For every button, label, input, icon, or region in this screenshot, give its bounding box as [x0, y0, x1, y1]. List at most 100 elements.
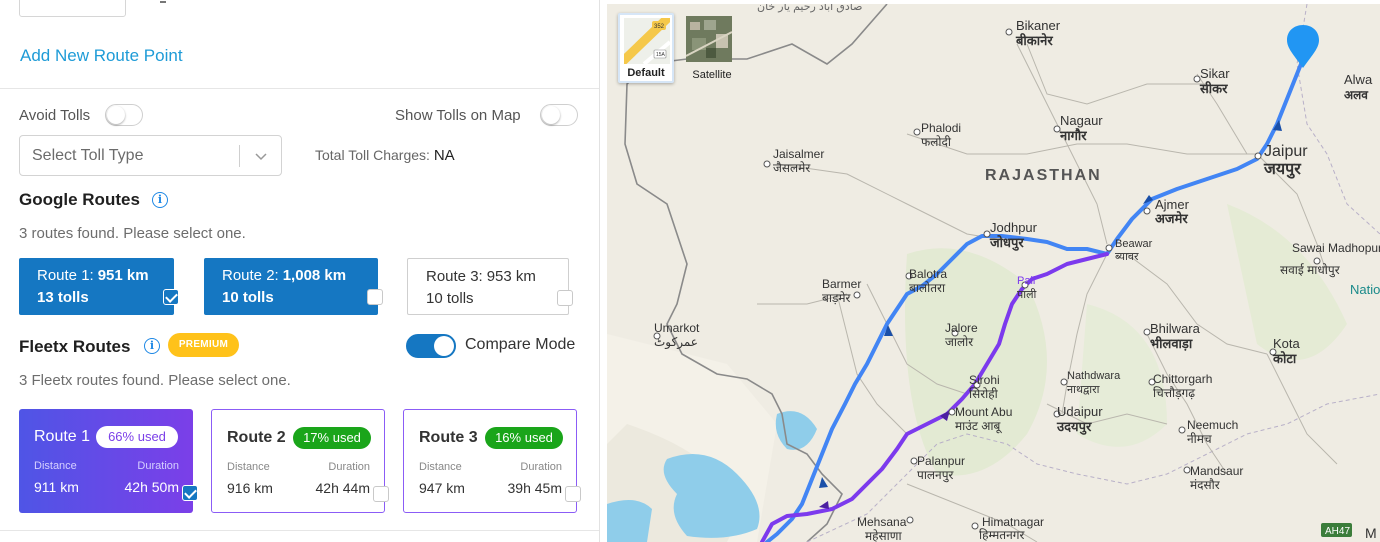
map-type-label: Default	[627, 67, 665, 79]
route-name: Route 3:	[426, 268, 483, 285]
place-name: Sikar	[1200, 66, 1230, 81]
select-separator	[239, 145, 240, 167]
place-name: Palanpur	[917, 454, 965, 468]
map-type-label: Satellite	[692, 69, 732, 81]
place-local-name: बाड़मेर	[822, 291, 852, 305]
add-route-point-link[interactable]: Add New Route Point	[20, 46, 183, 66]
map-partial-label: M	[1365, 525, 1377, 541]
place-local-name: फलोदी	[921, 135, 952, 149]
map-shield-label: 15A	[656, 52, 666, 58]
show-tolls-label: Show Tolls on Map	[395, 107, 521, 124]
total-toll-label: Total Toll Charges:	[315, 147, 430, 163]
place-name: Udaipur	[1057, 404, 1103, 419]
previous-row-fragment	[160, 1, 166, 3]
place-name: Jaipur	[1264, 143, 1308, 160]
place-local-name: सवाई माधोपुर	[1280, 263, 1341, 278]
map-type-satellite-button[interactable]: Satellite	[684, 13, 740, 83]
place-name: Sirohi	[969, 373, 1000, 387]
route-distance: 951 km	[97, 267, 149, 284]
place-local-name: कोटा	[1272, 351, 1297, 366]
route-duration: 42h 50m	[124, 479, 179, 495]
route-tolls: 10 tolls	[426, 290, 474, 307]
place-name: Bikaner	[1016, 18, 1061, 33]
duration-label: Duration	[328, 461, 370, 473]
google-route-card-3[interactable]: Route 3: 953 km 10 tolls	[407, 258, 573, 315]
place-local-name: सीकर	[1199, 81, 1228, 96]
place-local-name: जोधपुर	[989, 235, 1024, 251]
place-name: Alwa	[1344, 72, 1373, 87]
divider	[0, 88, 599, 89]
place-local-name: हिम्मतनगर	[979, 528, 1026, 542]
route-checkbox[interactable]	[163, 289, 179, 305]
satellite-thumbnail	[686, 16, 732, 62]
total-toll-charges: Total Toll Charges: NA	[315, 147, 455, 164]
place-name: Himatnagar	[982, 515, 1044, 529]
map-type-default-button[interactable]: 352 15A Default	[618, 13, 674, 83]
map-canvas[interactable]: صادق آباد رحیم یار خان Bikaner बीकानेर S…	[607, 4, 1380, 542]
compare-mode-label: Compare Mode	[465, 336, 576, 353]
toggle-knob	[107, 106, 125, 124]
place-name: Neemuch	[1187, 418, 1238, 432]
info-icon[interactable]: i	[152, 192, 168, 208]
fleetx-route-card-3[interactable]: Route 3 16% used Distance Duration 947 k…	[403, 409, 581, 513]
toggle-knob	[542, 106, 560, 124]
place-name: Ajmer	[1155, 197, 1190, 212]
compare-mode-toggle[interactable]	[406, 334, 456, 358]
divider	[0, 530, 599, 531]
distance-label: Distance	[34, 460, 77, 472]
fleetx-route-card-1[interactable]: Route 1 66% used Distance Duration 911 k…	[19, 409, 198, 513]
show-tolls-toggle[interactable]	[540, 104, 578, 126]
route-tolls: 13 tolls	[37, 289, 89, 306]
water-body	[607, 500, 652, 542]
place-local-name: चित्तौड़गढ़	[1153, 386, 1195, 400]
route-checkbox[interactable]	[373, 486, 389, 502]
region-label: RAJASTHAN	[985, 167, 1102, 184]
google-route-card-1[interactable]: Route 1: 951 km 13 tolls	[19, 258, 179, 315]
place-name: Umarkot	[654, 321, 700, 335]
fleetx-route-card-2[interactable]: Route 2 17% used Distance Duration 916 k…	[211, 409, 389, 513]
place-local-name: अजमेर	[1155, 211, 1188, 226]
premium-badge: PREMIUM	[168, 333, 239, 357]
route-map[interactable]: صادق آباد رحیم یار خان Bikaner बीकानेर S…	[607, 4, 1380, 542]
place-local-name: माउंट आबू	[955, 419, 1002, 434]
map-shield-label: 352	[654, 24, 665, 30]
route-checkbox[interactable]	[182, 485, 198, 501]
duration-label: Duration	[137, 460, 179, 472]
place-name: Kota	[1273, 336, 1301, 351]
place-name: Chittorgarh	[1153, 372, 1212, 386]
place-local-name: ब्यावर	[1115, 251, 1139, 263]
place-name: Jodhpur	[990, 220, 1038, 235]
route-checkbox[interactable]	[367, 289, 383, 305]
route-name: Route 2:	[222, 267, 279, 284]
previous-route-point-input[interactable]	[19, 0, 126, 17]
place-local-name: बीकानेर	[1015, 33, 1053, 48]
route-panel: Add New Route Point Avoid Tolls Show Tol…	[0, 0, 600, 542]
place-local-name: जालोर	[945, 335, 974, 349]
place-local-name: अलव	[1344, 88, 1369, 102]
place-name: Mandsaur	[1190, 464, 1243, 478]
map-partial-label: Natio	[1350, 282, 1380, 297]
info-icon[interactable]: i	[144, 338, 160, 354]
place-name: Bhilwara	[1150, 321, 1201, 336]
toggle-knob	[434, 336, 454, 356]
route-duration: 39h 45m	[507, 480, 562, 496]
total-toll-value: NA	[433, 147, 455, 164]
place-local-name: सिरोही	[969, 387, 999, 401]
place-name: Mehsana	[857, 515, 907, 529]
toll-type-select[interactable]: Select Toll Type	[19, 135, 282, 176]
avoid-tolls-toggle[interactable]	[105, 104, 143, 126]
place-local-name: बालोतरा	[909, 281, 946, 295]
route-checkbox[interactable]	[557, 290, 573, 306]
place-name: Barmer	[822, 277, 861, 291]
place-name: Jalore	[945, 321, 978, 335]
place-name: Beawar	[1115, 238, 1153, 250]
chevron-down-icon	[255, 153, 267, 161]
place-local-name: नीमच	[1187, 432, 1212, 446]
usage-badge: 17% used	[293, 427, 371, 449]
place-name: Nathdwara	[1067, 370, 1121, 382]
place-local-name: नाथद्वारा	[1067, 384, 1100, 396]
google-route-card-2[interactable]: Route 2: 1,008 km 10 tolls	[204, 258, 383, 315]
route-name-distance: Route 1: 951 km	[37, 267, 149, 284]
route-tolls: 10 tolls	[222, 289, 274, 306]
route-checkbox[interactable]	[565, 486, 581, 502]
